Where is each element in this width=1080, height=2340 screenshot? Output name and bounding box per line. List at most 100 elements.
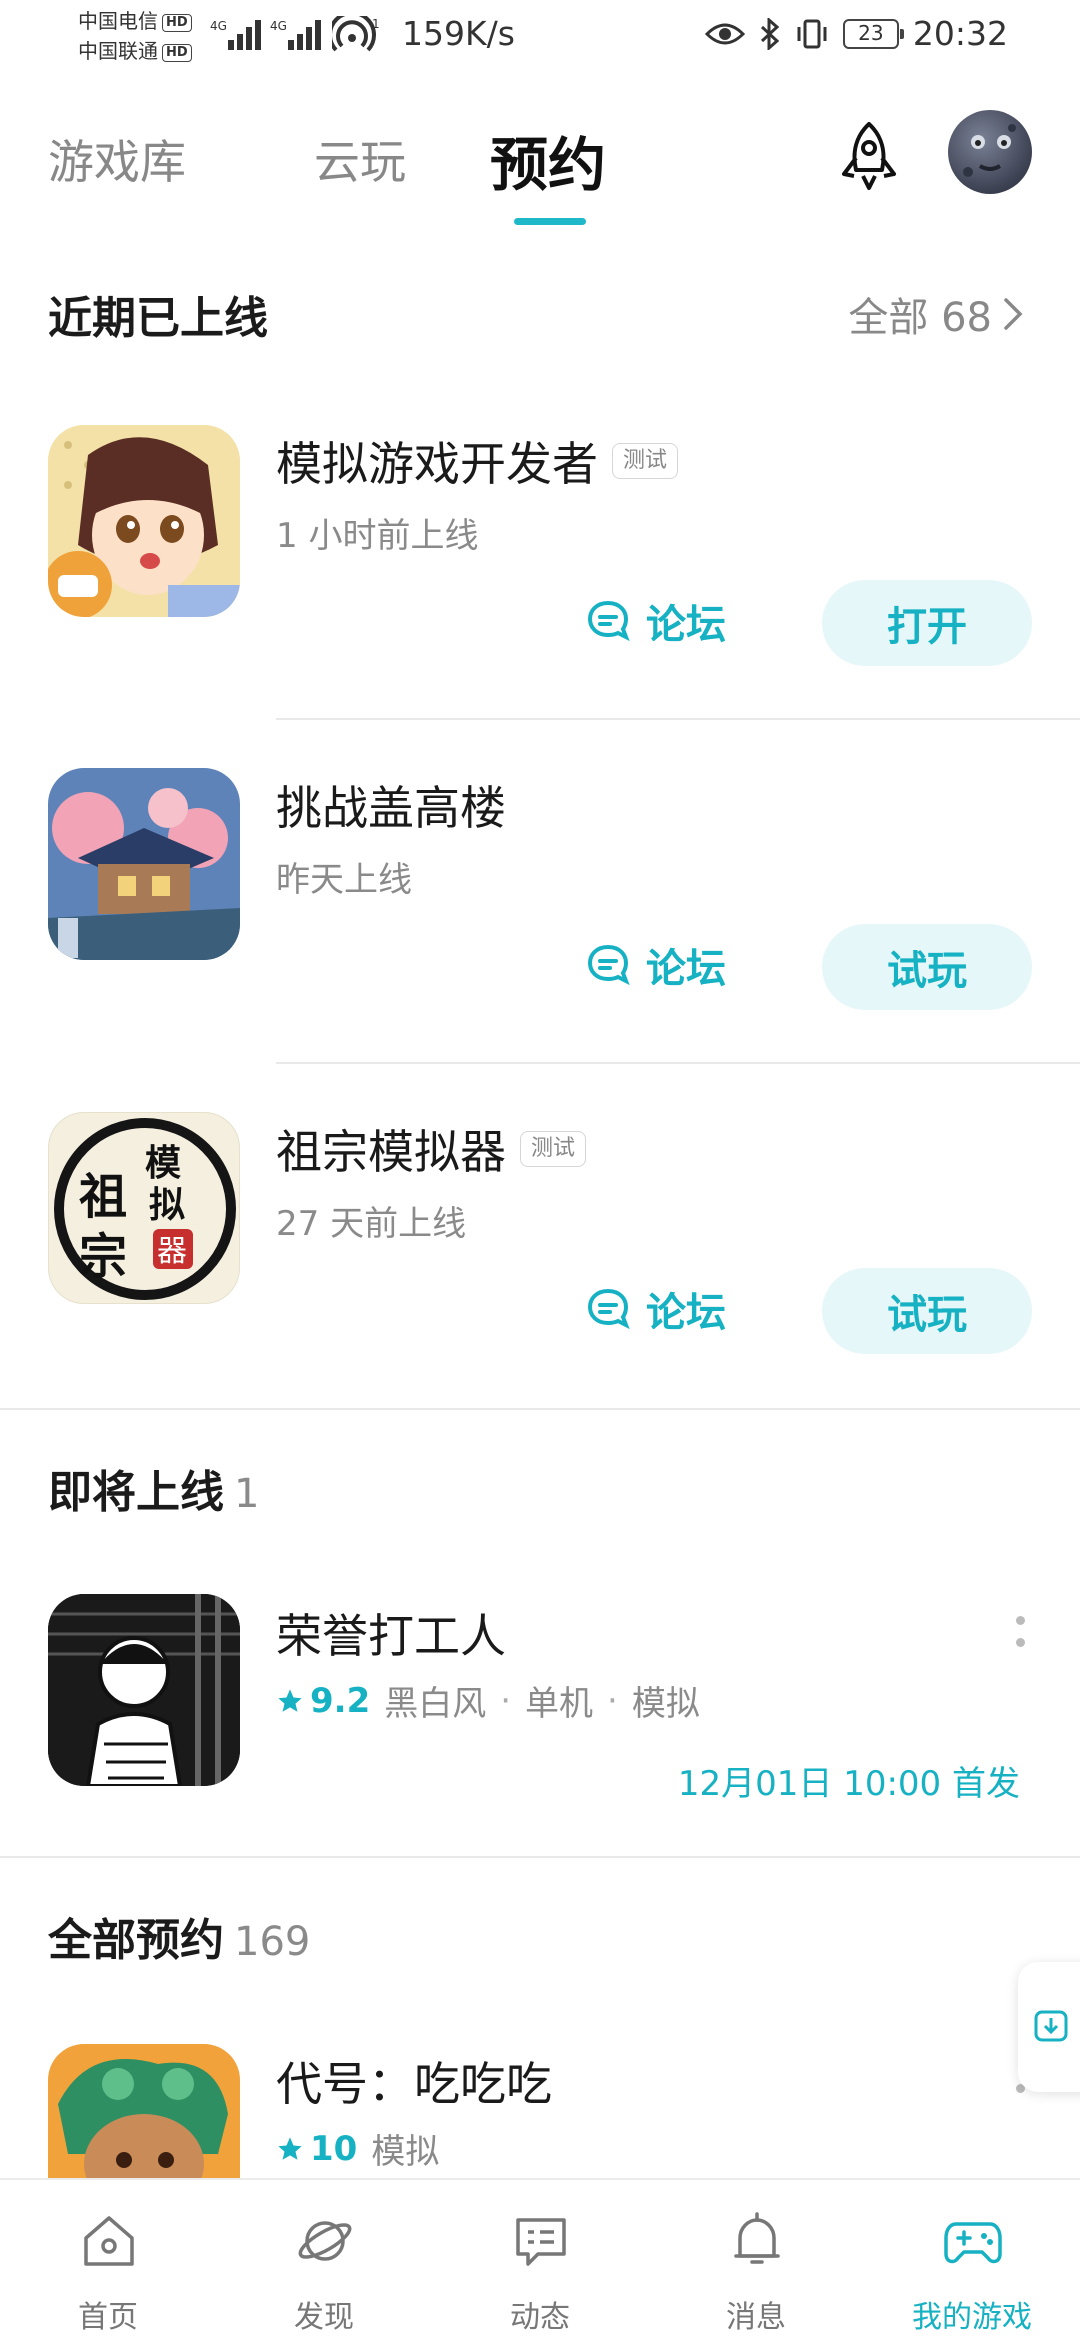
clock: 20:32: [912, 14, 1008, 53]
nav-my-games[interactable]: 我的游戏: [864, 2180, 1080, 2340]
release-date: 12月01日 10:00 首发: [677, 1764, 1020, 1804]
genre-tag: 黑白风: [384, 1684, 487, 1724]
network-type-1: 4G: [210, 19, 227, 33]
genre-tag: 模拟: [631, 1684, 700, 1724]
nav-label: 消息: [726, 2300, 786, 2335]
release-time: 1 小时前上线: [276, 516, 479, 556]
chevron-right-icon: [1004, 298, 1023, 330]
icon-glyph: 宗: [79, 1229, 127, 1285]
hd-badge: HD: [162, 13, 192, 32]
rating-value: 9.2: [310, 1680, 371, 1721]
planet-icon: [298, 2221, 352, 2261]
floating-download-button[interactable]: [1018, 1962, 1080, 2092]
see-all-link[interactable]: 全部 68: [848, 285, 1024, 343]
game-title-row: 挑战盖高楼: [276, 772, 506, 838]
forum-button[interactable]: 论坛: [584, 592, 726, 650]
section-title-text: 即将上线: [48, 1467, 224, 1518]
game-title-row: 代号：吃吃吃: [276, 2048, 552, 2114]
try-play-button[interactable]: 试玩: [822, 924, 1032, 1010]
game-name[interactable]: 祖宗模拟器: [276, 1116, 506, 1182]
signal-icon-2: 4G: [270, 19, 321, 50]
forum-label: 论坛: [646, 602, 726, 648]
separator-dot: ·: [500, 1680, 512, 1721]
divider: [276, 718, 1080, 720]
nav-discover[interactable]: 发现: [216, 2180, 432, 2340]
game-name[interactable]: 模拟游戏开发者: [276, 428, 598, 494]
more-options-icon[interactable]: [1016, 1616, 1030, 1660]
game-art-ancestor-sim: 祖 宗 模 拟 器: [54, 1118, 236, 1300]
carrier-1: 中国电信: [78, 9, 158, 33]
game-title-row: 祖宗模拟器 测试: [276, 1116, 587, 1182]
section-divider: [0, 1408, 1080, 1410]
rating-row: 10 模拟: [276, 2124, 439, 2173]
rocket-icon[interactable]: [830, 118, 908, 196]
try-play-button[interactable]: 试玩: [822, 1268, 1032, 1354]
tab-game-library[interactable]: 游戏库: [48, 126, 186, 192]
nav-label: 首页: [78, 2300, 138, 2335]
user-avatar[interactable]: [948, 110, 1032, 194]
game-icon-sim-dev[interactable]: [48, 425, 240, 617]
nav-messages[interactable]: 消息: [648, 2180, 864, 2340]
icon-glyph: 拟: [149, 1184, 185, 1226]
bottom-nav: 首页 发现 动态 消息 我的游戏: [0, 2178, 1080, 2340]
game-icon-tower[interactable]: [48, 768, 240, 960]
bell-icon: [734, 2212, 780, 2264]
game-icon-eat[interactable]: [48, 2044, 240, 2178]
game-title-row: 模拟游戏开发者 测试: [276, 428, 679, 494]
chat-icon: [516, 2218, 566, 2266]
bluetooth-icon: [760, 17, 780, 50]
carrier-info: 中国电信 HD 中国联通 HD: [78, 6, 192, 66]
nav-label: 我的游戏: [912, 2300, 1032, 2335]
icon-glyph: 模: [145, 1142, 181, 1184]
nav-feed[interactable]: 动态: [432, 2180, 648, 2340]
test-tag: 测试: [612, 443, 679, 479]
tab-cloud-play[interactable]: 云玩: [314, 126, 406, 192]
game-name[interactable]: 挑战盖高楼: [276, 772, 506, 838]
status-right: 23 20:32: [704, 14, 1008, 53]
forum-icon: [587, 944, 630, 986]
game-icon-ancestor-sim[interactable]: 祖 宗 模 拟 器: [48, 1112, 240, 1304]
release-time: 昨天上线: [276, 860, 412, 900]
forum-label: 论坛: [646, 1290, 726, 1336]
divider: [276, 1062, 1080, 1064]
see-all-label: 全部 68: [848, 295, 992, 341]
star-icon: [278, 1688, 302, 1712]
section-title-upcoming: 即将上线 1: [48, 1456, 259, 1520]
nav-label: 发现: [294, 2300, 354, 2335]
nav-home[interactable]: 首页: [0, 2180, 216, 2340]
carrier-2: 中国联通: [78, 39, 158, 63]
eye-icon: [704, 23, 745, 44]
icon-glyph: 祖: [79, 1169, 127, 1225]
section-title-text: 全部预约: [48, 1915, 224, 1966]
tab-reservations[interactable]: 预约: [490, 118, 606, 202]
network-speed: 159K/s: [402, 14, 515, 53]
star-icon: [278, 2136, 302, 2160]
game-icon-honor-worker[interactable]: [48, 1594, 240, 1786]
vibrate-icon: [797, 19, 827, 48]
section-count: 169: [234, 1919, 311, 1965]
game-name[interactable]: 代号：吃吃吃: [276, 2048, 552, 2114]
game-art-honor-worker: [48, 1594, 240, 1786]
section-divider: [0, 1856, 1080, 1858]
forum-button[interactable]: 论坛: [584, 1280, 726, 1338]
battery-icon: 23: [842, 18, 904, 49]
game-art-tower: [48, 768, 240, 960]
open-button[interactable]: 打开: [822, 580, 1032, 666]
network-type-2: 4G: [270, 19, 287, 33]
game-art-sim-dev: [48, 425, 240, 617]
game-name[interactable]: 荣誉打工人: [276, 1600, 506, 1666]
section-title-all-reserved: 全部预约 169: [48, 1904, 310, 1968]
signal-icon: 4G: [210, 19, 261, 50]
hd-badge: HD: [162, 43, 192, 62]
rating: 10: [276, 2129, 357, 2169]
section-count: 1: [234, 1471, 260, 1517]
game-title-row: 荣誉打工人: [276, 1600, 506, 1666]
moon-face-icon: [963, 124, 1016, 177]
download-icon: [1034, 2010, 1068, 2042]
forum-icon: [587, 1288, 630, 1330]
forum-button[interactable]: 论坛: [584, 936, 726, 994]
release-time: 27 天前上线: [276, 1204, 467, 1244]
svg-text:1: 1: [372, 17, 380, 31]
separator-dot: ·: [607, 1680, 618, 1721]
home-icon: [84, 2216, 134, 2266]
